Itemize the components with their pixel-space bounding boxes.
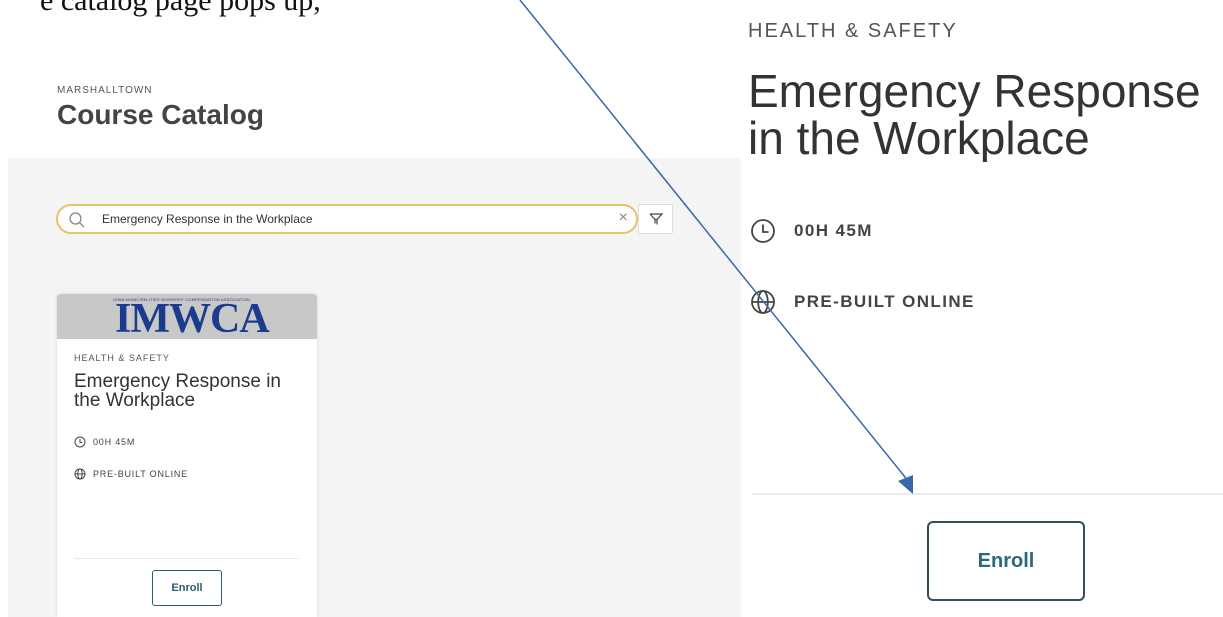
zoom-enroll-button[interactable]: Enroll (927, 521, 1085, 601)
zoom-duration-label: 00H 45M (794, 221, 873, 240)
course-title: Emergency Response in the Workplace (74, 371, 281, 411)
course-banner: IOWA MUNICIPALITIES WORKERS' COMPENSATIO… (57, 294, 317, 342)
enroll-button[interactable]: Enroll (152, 570, 222, 606)
card-divider (74, 558, 299, 559)
search-bar: × (56, 204, 638, 234)
zoom-divider (752, 493, 1223, 495)
zoom-title-line-2: in the Workplace (748, 112, 1090, 162)
course-delivery: PRE-BUILT ONLINE (74, 468, 188, 480)
globe-icon (751, 290, 775, 314)
globe-icon (74, 468, 86, 480)
search-input[interactable] (102, 210, 602, 228)
zoom-title-line-1: Emergency Response (748, 68, 1201, 117)
clock-icon (751, 219, 775, 243)
close-icon[interactable]: × (619, 209, 628, 227)
search-icon (69, 212, 85, 228)
course-category: HEALTH & SAFETY (74, 353, 170, 363)
filter-icon (649, 213, 663, 225)
zoom-course-delivery: PRE-BUILT ONLINE (750, 289, 975, 315)
delivery-label: PRE-BUILT ONLINE (93, 469, 188, 479)
imwca-logo: IMWCA (115, 296, 270, 342)
zoom-delivery-label: PRE-BUILT ONLINE (794, 292, 975, 311)
duration-label: 00H 45M (93, 437, 136, 447)
document-text: e catalog page pops up, (40, 0, 321, 17)
course-card[interactable]: IOWA MUNICIPALITIES WORKERS' COMPENSATIO… (57, 294, 317, 617)
zoom-course-title: Emergency Response in the Workplace (748, 68, 1223, 162)
arrow-head (898, 475, 913, 494)
course-duration: 00H 45M (74, 436, 135, 448)
filter-button[interactable] (638, 204, 673, 234)
clock-icon (74, 436, 86, 448)
page-title: Course Catalog (57, 99, 264, 130)
zoom-course-category: HEALTH & SAFETY (748, 20, 958, 42)
organization-name: MARSHALLTOWN (57, 85, 153, 96)
zoom-course-duration: 00H 45M (750, 218, 873, 244)
